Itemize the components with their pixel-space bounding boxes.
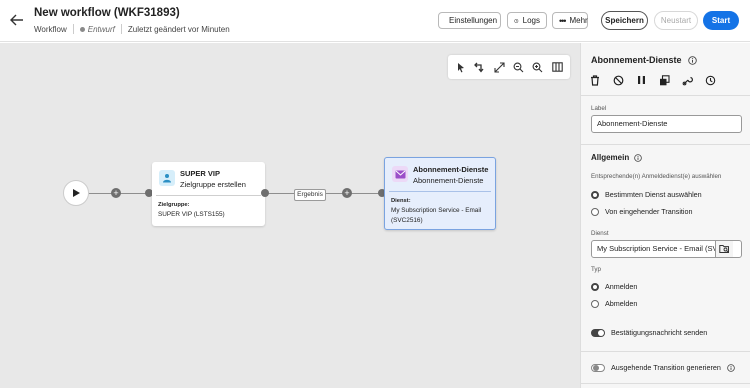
label-input[interactable]: Abonnement-Dienste — [591, 115, 742, 133]
pointer-select-icon[interactable] — [454, 60, 468, 74]
workflow-editor: New workflow (WKF31893) Workflow Entwurf… — [0, 0, 750, 388]
duplicate-icon[interactable] — [658, 74, 670, 86]
node-detail-value: SUPER VIP (LSTS155) — [158, 211, 225, 218]
zoom-in-icon[interactable] — [531, 60, 545, 74]
transition-label[interactable]: Ergebnis — [294, 189, 326, 201]
service-browse-icon[interactable] — [715, 241, 733, 257]
info-icon[interactable] — [634, 153, 643, 162]
toggle-switch-off — [591, 363, 605, 372]
radio-unsubscribe[interactable]: Abmelden — [591, 299, 637, 308]
save-button[interactable]: Speichern — [601, 11, 648, 30]
type-caption: Typ — [591, 266, 601, 273]
node-detail-key: Dienst: — [391, 198, 411, 204]
radio-unchecked-icon — [591, 299, 599, 308]
minimap-icon[interactable] — [550, 60, 564, 74]
history-icon — [514, 18, 519, 23]
status-dot-icon — [79, 26, 85, 32]
node-title: SUPER VIP — [180, 169, 221, 178]
add-activity-plus-icon[interactable]: + — [111, 188, 121, 198]
radio-label: Abmelden — [605, 299, 638, 308]
radio-checked-icon — [591, 282, 599, 291]
properties-panel: Abonnement-Dienste Label Abonnement-Dien… — [580, 43, 750, 388]
page-title: New workflow (WKF31893) — [34, 7, 180, 19]
audience-icon — [159, 170, 175, 186]
general-section-title: Allgemein — [591, 153, 630, 162]
workflow-canvas[interactable]: + SUPER VIP Zielgruppe erstellen Zielgru… — [0, 43, 580, 388]
radio-incoming-transition[interactable]: Von eingehender Transition — [591, 207, 693, 216]
node-detail-key: Zielgruppe: — [158, 202, 190, 208]
panel-divider — [581, 383, 750, 384]
settings-button[interactable]: Einstellungen — [438, 12, 501, 29]
build-audience-node[interactable]: SUPER VIP Zielgruppe erstellen Zielgrupp… — [152, 162, 265, 226]
toggle-switch-on — [591, 328, 605, 337]
radio-subscribe[interactable]: Anmelden — [591, 282, 637, 291]
node-divider — [156, 195, 261, 196]
logs-button[interactable]: Logs — [507, 12, 547, 29]
pause-icon[interactable] — [635, 74, 647, 86]
play-icon — [73, 189, 80, 197]
settings-label: Einstellungen — [449, 16, 498, 25]
output-port — [261, 189, 269, 197]
toggle-label: Bestätigungsnachricht senden — [611, 328, 708, 337]
breadcrumb-divider — [72, 24, 74, 34]
panel-divider — [581, 351, 750, 352]
info-icon[interactable] — [727, 363, 735, 372]
node-title: Abonnement-Dienste — [413, 165, 489, 174]
service-picker[interactable]: My Subscription Service - Email (SVC25 — [591, 240, 742, 258]
canvas-toolbar — [448, 55, 570, 79]
outgoing-transition-toggle[interactable]: Ausgehende Transition generieren — [591, 363, 735, 372]
delete-icon[interactable] — [589, 74, 601, 86]
more-button[interactable]: ••• Mehr — [552, 12, 588, 29]
radio-label: Von eingehender Transition — [605, 207, 693, 216]
node-detail-value-line2: (SVC2516) — [391, 217, 423, 224]
settings-wrench-icon[interactable] — [681, 74, 693, 86]
more-label: Mehr — [569, 16, 588, 25]
node-detail-value-line1: My Subscription Service - Email — [391, 207, 482, 214]
header-bar: New workflow (WKF31893) Workflow Entwurf… — [0, 0, 750, 42]
disable-icon[interactable] — [612, 74, 624, 86]
breadcrumb-type: Workflow — [34, 24, 67, 34]
status-text: Entwurf — [87, 24, 115, 34]
radio-specific-service[interactable]: Bestimmten Dienst auswählen — [591, 190, 702, 199]
start-button[interactable]: Start — [703, 11, 739, 30]
history-icon[interactable] — [704, 74, 716, 86]
send-confirmation-toggle[interactable]: Bestätigungsnachricht senden — [591, 328, 707, 337]
panel-divider — [581, 95, 750, 96]
envelope-icon — [392, 166, 408, 182]
node-subtitle: Abonnement-Dienste — [413, 176, 484, 185]
start-node[interactable] — [63, 180, 89, 206]
restart-button[interactable]: Neustart — [654, 11, 698, 30]
toggle-label: Ausgehende Transition generieren — [611, 363, 721, 372]
collapse-icon[interactable] — [492, 60, 506, 74]
panel-action-icons — [589, 74, 716, 86]
label-caption: Label — [591, 105, 607, 112]
breadcrumb-divider — [120, 24, 122, 34]
panel-title: Abonnement-Dienste — [591, 55, 682, 65]
status-badge: Entwurf — [79, 24, 115, 34]
radio-label: Bestimmten Dienst auswählen — [605, 190, 702, 199]
zoom-out-icon[interactable] — [512, 60, 526, 74]
last-modified: Zuletzt geändert vor Minuten — [127, 24, 230, 34]
source-caption: Entsprechende(n) Anmeldedienst(e) auswäh… — [591, 173, 722, 180]
service-value: My Subscription Service - Email (SVC25 — [597, 244, 732, 253]
general-section-header: Allgemein — [591, 153, 643, 162]
panel-divider — [581, 144, 750, 145]
service-caption: Dienst — [591, 230, 609, 237]
radio-checked-icon — [591, 190, 599, 199]
add-activity-plus-icon[interactable]: + — [342, 188, 352, 198]
logs-label: Logs — [522, 16, 540, 25]
radio-label: Anmelden — [605, 282, 638, 291]
node-subtitle: Zielgruppe erstellen — [180, 180, 246, 189]
subscription-services-node[interactable]: Abonnement-Dienste Abonnement-Dienste Di… — [384, 157, 496, 230]
node-divider — [389, 191, 491, 192]
breadcrumb: Workflow Entwurf Zuletzt geändert vor Mi… — [34, 24, 230, 34]
back-arrow-icon[interactable] — [8, 11, 26, 29]
rearrange-icon[interactable] — [473, 60, 487, 74]
info-icon[interactable] — [687, 55, 697, 65]
more-dots-icon: ••• — [559, 15, 567, 26]
radio-unchecked-icon — [591, 207, 599, 216]
panel-header: Abonnement-Dienste — [591, 55, 697, 65]
